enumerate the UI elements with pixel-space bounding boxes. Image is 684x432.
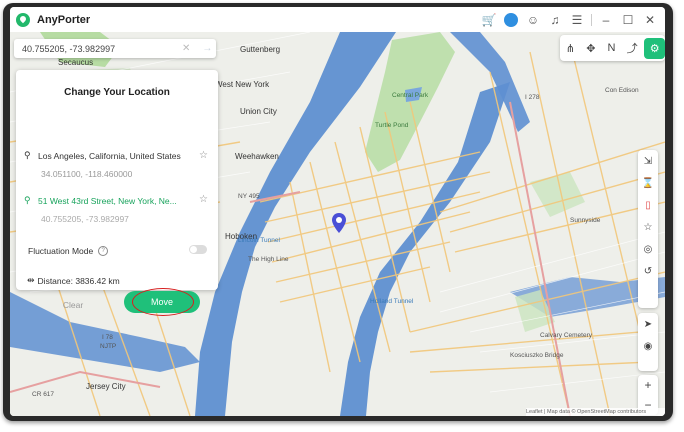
multi-stop-mode-icon[interactable]: N	[601, 38, 622, 59]
clear-search-icon[interactable]: ✕	[182, 43, 190, 54]
map-label-central-park: Central Park	[392, 92, 429, 99]
discord-icon[interactable]: ☺	[522, 9, 544, 31]
titlebar-separator	[591, 13, 592, 26]
locate-me-icon[interactable]: ◉	[638, 335, 658, 357]
map-label-union-city: Union City	[240, 107, 277, 116]
map-label-cr-617: CR 617	[32, 391, 55, 398]
change-location-panel: Change Your Location ⚲ Los Angeles, Cali…	[16, 70, 218, 316]
map-label-turtle-pond: Turtle Pond	[375, 122, 409, 129]
settings-mode-icon[interactable]: ⚙	[644, 37, 665, 59]
map-label-calvary-cemetery: Calvary Cemetery	[540, 332, 593, 339]
map-label-the-high-line: The High Line	[248, 256, 289, 263]
two-spot-mode-icon[interactable]: ⤴	[622, 38, 643, 59]
pin-outline-icon: ⚲	[24, 150, 31, 160]
hourglass-icon[interactable]: ⌛	[638, 172, 658, 194]
import-icon[interactable]: ⇲	[638, 150, 658, 172]
avatar-icon	[504, 12, 518, 27]
app-window: AnyPorter 🛒 ☺ ♫ ☰ – ☐ ✕ Guttenberg Secau…	[10, 7, 665, 416]
coordinate-search-input[interactable]	[20, 42, 174, 55]
direction-arrow-icon[interactable]: ➤	[638, 313, 658, 335]
map-label-i-78: I 78	[102, 334, 113, 341]
map-label-secaucus: Secaucus	[58, 58, 94, 67]
map-label-jersey-city: Jersey City	[86, 382, 126, 391]
panel-title: Change Your Location	[64, 87, 170, 98]
map-label-con-edison: Con Edison	[605, 87, 639, 94]
distance-text: Distance: 3836.42 km	[37, 275, 120, 286]
to-location-row: ⚲ 51 West 43rd Street, New York, Ne...	[24, 195, 177, 206]
map-label-i-278: I 278	[525, 94, 540, 101]
map-label-holland-tunnel: Holland Tunnel	[370, 298, 414, 305]
from-location-row: ⚲ Los Angeles, California, United States	[24, 150, 181, 161]
favorite-from-star-icon[interactable]: ☆	[199, 150, 208, 161]
menu-icon[interactable]: ☰	[566, 9, 588, 31]
fluctuation-mode-row: Fluctuation Mode ?	[28, 246, 109, 256]
go-arrow-icon[interactable]: →	[202, 43, 212, 54]
location-marker-icon[interactable]	[332, 213, 346, 238]
pin-green-icon: ⚲	[24, 195, 31, 205]
headset-icon[interactable]: ♫	[544, 9, 566, 31]
titlebar-icons: 🛒 ☺ ♫ ☰ – ☐ ✕	[478, 7, 661, 32]
map-label-kosciuszko-bridge: Kosciuszko Bridge	[510, 352, 564, 359]
device-icon[interactable]: ▯	[638, 194, 658, 216]
coordinate-search-bar: ✕ →	[14, 39, 216, 58]
map-label-sunnyside: Sunnyside	[570, 217, 601, 224]
titlebar: AnyPorter 🛒 ☺ ♫ ☰ – ☐ ✕	[10, 7, 665, 32]
to-coordinates: 40.755205, -73.982997	[41, 214, 129, 224]
zoom-in-icon[interactable]: +	[638, 375, 658, 395]
from-coordinates: 34.051100, -118.460000	[41, 169, 133, 179]
map-area[interactable]: Guttenberg Secaucus West New York Weehaw…	[10, 32, 665, 416]
from-location-name: Los Angeles, California, United States	[38, 150, 181, 161]
clear-button[interactable]: Clear	[56, 298, 90, 312]
to-location-name: 51 West 43rd Street, New York, Ne...	[38, 195, 177, 206]
navigation-toolbar: ➤ ◉	[638, 313, 658, 371]
anyporter-logo-icon	[16, 12, 30, 27]
distance-row: ⇹ Distance: 3836.42 km	[27, 275, 120, 286]
cart-icon[interactable]: 🛒	[478, 9, 500, 31]
map-label-west-new-york: West New York	[215, 80, 270, 89]
maximize-icon[interactable]: ☐	[617, 9, 639, 31]
map-label-guttenberg: Guttenberg	[240, 45, 281, 54]
joystick-mode-icon[interactable]: ✥	[581, 38, 602, 59]
map-label-ny-495: NY 495	[238, 193, 260, 200]
favorites-star-icon[interactable]: ☆	[638, 216, 658, 238]
map-label-weehawken: Weehawken	[235, 152, 279, 161]
fluctuation-mode-label: Fluctuation Mode	[28, 246, 94, 256]
close-icon[interactable]: ✕	[639, 9, 661, 31]
side-toolbar: ⇲ ⌛ ▯ ☆ ◎ ↺	[638, 150, 658, 308]
map-label-njtp: NJTP	[100, 343, 117, 350]
minimize-icon[interactable]: –	[595, 9, 617, 31]
favorite-to-star-icon[interactable]: ☆	[199, 194, 208, 205]
user-avatar[interactable]	[500, 9, 522, 31]
app-title: AnyPorter	[37, 13, 91, 26]
globe-icon[interactable]: ◎	[638, 238, 658, 260]
fluctuation-mode-toggle[interactable]	[189, 245, 207, 254]
ruler-icon: ⇹	[27, 275, 35, 285]
map-label-lincoln-tunnel: Lincoln Tunnel	[238, 237, 280, 244]
help-icon[interactable]: ?	[98, 246, 109, 256]
move-button[interactable]: Move	[124, 291, 200, 313]
mode-toolbar: ⋔ ✥ N ⤴ ⚙	[560, 35, 665, 61]
history-icon[interactable]: ↺	[638, 260, 658, 282]
map-attribution[interactable]: Leaflet | Map data © OpenStreetMap contr…	[526, 408, 665, 416]
teleport-mode-icon[interactable]: ⋔	[560, 38, 581, 59]
